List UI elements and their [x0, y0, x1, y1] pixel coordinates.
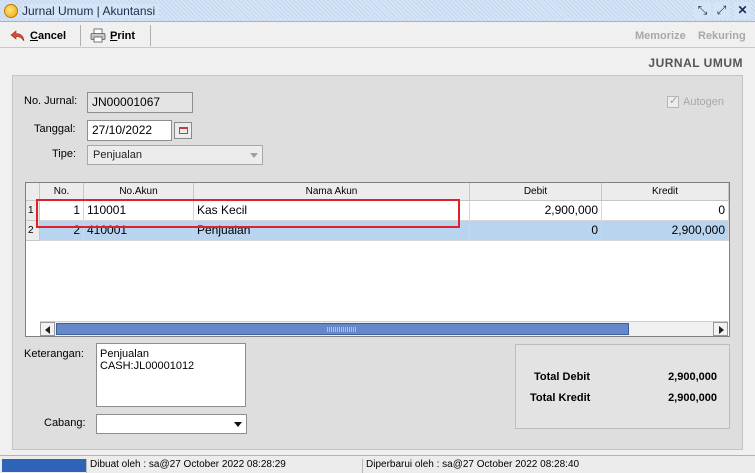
highlight-box: [36, 199, 460, 228]
cancel-button[interactable]: Cancel: [4, 25, 72, 46]
toolbar-divider: [150, 25, 151, 46]
tanggal-field[interactable]: 27/10/2022: [87, 120, 172, 141]
cell-debit[interactable]: 0: [470, 221, 602, 241]
chevron-down-icon: [234, 422, 242, 427]
tipe-label: Tipe:: [52, 148, 77, 160]
cell-debit[interactable]: 2,900,000: [470, 201, 602, 221]
checkbox-icon: [667, 94, 679, 108]
restore-icon[interactable]: ⤡: [694, 2, 711, 19]
calendar-button[interactable]: [174, 122, 192, 139]
scrollbar-grip: [327, 327, 357, 332]
cancel-label: Cancel: [30, 29, 67, 42]
page-title: JURNAL UMUM: [648, 56, 743, 70]
status-indicator: [2, 459, 86, 472]
total-kredit-value: 2,900,000: [668, 392, 717, 404]
scroll-right-icon[interactable]: [713, 322, 728, 336]
maximize-icon[interactable]: ⤢: [713, 2, 730, 19]
calendar-icon: [179, 127, 188, 134]
scrollbar-thumb[interactable]: [56, 323, 629, 335]
close-icon[interactable]: ✕: [734, 2, 751, 19]
cabang-label: Cabang:: [44, 417, 86, 429]
toolbar-divider: [80, 25, 81, 46]
printer-icon: [90, 28, 106, 43]
toolbar: Cancel Print Memorize Rekuring: [0, 23, 755, 48]
scroll-left-icon[interactable]: [40, 322, 55, 336]
total-debit-value: 2,900,000: [668, 371, 717, 383]
status-updated: Diperbarui oleh : sa@27 October 2022 08:…: [362, 459, 755, 473]
status-bar: Dibuat oleh : sa@27 October 2022 08:28:2…: [0, 455, 755, 473]
keterangan-label: Keterangan:: [24, 348, 84, 360]
autogen-checkbox[interactable]: Autogen: [667, 94, 724, 108]
cell-kredit[interactable]: 2,900,000: [602, 221, 729, 241]
chevron-down-icon: [250, 153, 258, 158]
memorize-button[interactable]: Memorize: [635, 30, 686, 42]
autogen-label: Autogen: [683, 96, 724, 108]
rekuring-button[interactable]: Rekuring: [698, 30, 746, 42]
journal-form-panel: No. Jurnal: JN00001067 Tanggal: 27/10/20…: [12, 75, 743, 450]
print-button[interactable]: Print: [84, 25, 141, 46]
print-label: Print: [110, 29, 136, 42]
horizontal-scrollbar[interactable]: [40, 321, 728, 336]
totals-panel: Total Debit 2,900,000 Total Kredit 2,900…: [515, 344, 730, 429]
page-header: JURNAL UMUM: [0, 49, 755, 75]
keterangan-textarea[interactable]: Penjualan CASH:JL00001012: [96, 343, 246, 407]
no-jurnal-field[interactable]: JN00001067: [87, 92, 193, 113]
window-title-bar[interactable]: Jurnal Umum | Akuntansi ⤡ ⤢ ✕: [0, 0, 755, 22]
window-title: Jurnal Umum | Akuntansi: [22, 4, 160, 18]
tanggal-label: Tanggal:: [34, 123, 76, 135]
app-icon: [4, 4, 18, 18]
undo-icon: [10, 29, 25, 41]
no-jurnal-label: No. Jurnal:: [24, 95, 78, 107]
cabang-select[interactable]: [96, 414, 247, 434]
status-created: Dibuat oleh : sa@27 October 2022 08:28:2…: [86, 459, 362, 473]
total-debit-label: Total Debit: [534, 371, 591, 383]
tipe-select[interactable]: Penjualan: [87, 145, 263, 165]
column-header-kredit[interactable]: Kredit: [602, 183, 729, 201]
total-kredit-label: Total Kredit: [530, 392, 591, 404]
cell-kredit[interactable]: 0: [602, 201, 729, 221]
column-header-debit[interactable]: Debit: [470, 183, 602, 201]
tipe-value: Penjualan: [93, 149, 142, 161]
